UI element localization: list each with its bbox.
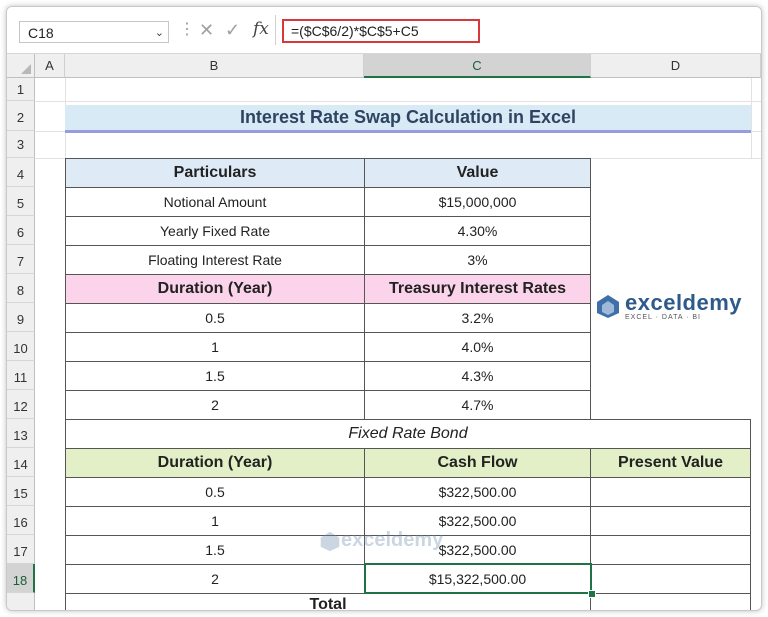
gridline — [35, 101, 761, 102]
table1-cell[interactable]: Floating Interest Rate — [65, 245, 365, 275]
column-header-c[interactable]: C — [364, 54, 591, 78]
logo-tagline: EXCEL · DATA · BI — [625, 314, 701, 321]
name-box[interactable]: C18 ⌄ — [19, 21, 169, 43]
table2-cell[interactable]: 4.7% — [364, 390, 591, 420]
table1-header-particulars[interactable]: Particulars — [65, 158, 365, 188]
gridline — [751, 78, 752, 158]
row-header-6[interactable]: 6 — [7, 216, 35, 245]
table3-cell[interactable]: 0.5 — [65, 477, 365, 507]
table2-cell[interactable]: 1.5 — [65, 361, 365, 391]
table3-cell[interactable] — [590, 535, 751, 565]
row-header-2[interactable]: 2 — [7, 101, 35, 131]
table2-cell[interactable]: 1 — [65, 332, 365, 362]
table2-cell[interactable]: 0.5 — [65, 303, 365, 333]
vertical-dots-icon: ⋮ — [179, 21, 195, 38]
select-all-triangle-icon — [21, 64, 31, 74]
sheet-title[interactable]: Interest Rate Swap Calculation in Excel — [65, 105, 751, 133]
table1-cell[interactable]: 4.30% — [364, 216, 591, 246]
table2-cell[interactable]: 4.0% — [364, 332, 591, 362]
table1-cell[interactable]: Notional Amount — [65, 187, 365, 217]
table3-total-label[interactable]: Total — [65, 593, 591, 610]
cancel-icon[interactable]: ✕ — [199, 20, 214, 41]
table3-cell[interactable] — [590, 477, 751, 507]
table3-header-cashflow[interactable]: Cash Flow — [364, 448, 591, 478]
table2-header-duration[interactable]: Duration (Year) — [65, 274, 365, 304]
table3-cell[interactable] — [590, 506, 751, 536]
table2-cell[interactable]: 2 — [65, 390, 365, 420]
watermark-icon — [320, 531, 340, 551]
row-header-1[interactable]: 1 — [7, 78, 35, 101]
insert-function-icon[interactable]: fx — [253, 19, 269, 39]
row-header-17[interactable]: 17 — [7, 535, 35, 564]
table3-cell[interactable] — [590, 564, 751, 594]
row-header-11[interactable]: 11 — [7, 361, 35, 390]
table3-cell[interactable]: 2 — [65, 564, 365, 594]
row-header-12[interactable]: 12 — [7, 390, 35, 419]
table2-cell[interactable]: 4.3% — [364, 361, 591, 391]
table3-header-duration[interactable]: Duration (Year) — [65, 448, 365, 478]
select-all-button[interactable] — [7, 54, 35, 78]
chevron-down-icon[interactable]: ⌄ — [155, 22, 164, 44]
fill-handle[interactable] — [588, 590, 596, 598]
row-header-5[interactable]: 5 — [7, 187, 35, 216]
formula-input[interactable]: =($C$6/2)*$C$5+C5 — [282, 19, 480, 43]
row-header-9[interactable]: 9 — [7, 303, 35, 332]
excel-window: C18 ⌄ ⋮ ✕ ✓ fx =($C$6/2)*$C$5+C5 A B C D… — [6, 6, 762, 611]
table3-caption[interactable]: Fixed Rate Bond — [65, 419, 751, 449]
logo-text-group: exceldemy EXCEL · DATA · BI — [625, 290, 742, 321]
table1-cell[interactable]: $15,000,000 — [364, 187, 591, 217]
watermark-logo: exceldemy — [319, 529, 443, 552]
row-header-13[interactable]: 13 — [7, 419, 35, 448]
row-header-18[interactable]: 18 — [7, 564, 35, 593]
table1-header-value[interactable]: Value — [364, 158, 591, 188]
table1-cell[interactable]: Yearly Fixed Rate — [65, 216, 365, 246]
enter-check-icon[interactable]: ✓ — [225, 20, 240, 41]
row-header-15[interactable]: 15 — [7, 477, 35, 506]
table3-total-value[interactable] — [590, 593, 751, 610]
row-header-16[interactable]: 16 — [7, 506, 35, 535]
logo-name: exceldemy — [625, 290, 743, 315]
row-header-19[interactable] — [7, 593, 35, 610]
table1-cell[interactable]: 3% — [364, 245, 591, 275]
row-header-8[interactable]: 8 — [7, 274, 35, 303]
row-header-7[interactable]: 7 — [7, 245, 35, 274]
table3-cell[interactable]: $322,500.00 — [364, 477, 591, 507]
name-box-value: C18 — [28, 25, 54, 41]
exceldemy-logo: exceldemy EXCEL · DATA · BI — [595, 290, 742, 321]
row-header-10[interactable]: 10 — [7, 332, 35, 361]
table3-header-presentvalue[interactable]: Present Value — [590, 448, 751, 478]
column-header-d[interactable]: D — [591, 54, 761, 78]
exceldemy-logo-icon — [597, 294, 619, 318]
active-cell-outline — [364, 563, 592, 594]
column-header-b[interactable]: B — [65, 54, 364, 78]
table2-header-rates[interactable]: Treasury Interest Rates — [364, 274, 591, 304]
watermark-text: exceldemy — [341, 529, 444, 551]
formula-bar: C18 ⌄ ⋮ ✕ ✓ fx =($C$6/2)*$C$5+C5 — [7, 7, 761, 54]
row-header-3[interactable]: 3 — [7, 131, 35, 158]
divider — [275, 15, 276, 45]
row-header-14[interactable]: 14 — [7, 448, 35, 477]
column-header-a[interactable]: A — [35, 54, 65, 78]
table2-cell[interactable]: 3.2% — [364, 303, 591, 333]
row-header-4[interactable]: 4 — [7, 158, 35, 187]
